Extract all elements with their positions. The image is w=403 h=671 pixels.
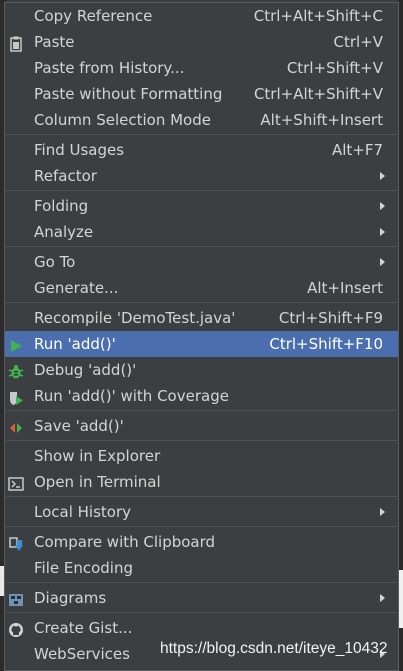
coverage-icon: [8, 388, 24, 405]
menu-item-folding[interactable]: Folding: [5, 193, 398, 219]
menu-item-find-usages[interactable]: Find Usages Alt+F7: [5, 137, 398, 163]
run-icon: [8, 336, 24, 352]
submenu-arrow-icon: [380, 202, 385, 210]
watermark-url: https://blog.csdn.net/iteye_10432: [160, 640, 388, 657]
submenu-arrow-icon: [380, 508, 385, 516]
github-icon: [8, 620, 24, 637]
bug-icon: [8, 362, 24, 379]
clipboard-icon: [8, 34, 24, 52]
editor-context-menu: Copy Reference Ctrl+Alt+Shift+C Paste Ct…: [4, 2, 399, 671]
menu-item-analyze[interactable]: Analyze: [5, 219, 398, 245]
menu-item-refactor[interactable]: Refactor: [5, 163, 398, 189]
menu-item-recompile[interactable]: Recompile 'DemoTest.java' Ctrl+Shift+F9: [5, 305, 398, 331]
terminal-icon: [8, 474, 24, 491]
submenu-arrow-icon: [380, 594, 385, 602]
menu-item-debug[interactable]: Debug 'add()': [5, 357, 398, 383]
save-config-icon: [8, 418, 24, 434]
menu-item-copy-reference[interactable]: Copy Reference Ctrl+Alt+Shift+C: [5, 3, 398, 29]
submenu-arrow-icon: [380, 172, 385, 180]
menu-item-run[interactable]: Run 'add()' Ctrl+Shift+F10: [5, 331, 398, 357]
compare-icon: [8, 534, 24, 551]
menu-item-open-in-terminal[interactable]: Open in Terminal: [5, 469, 398, 495]
menu-item-create-gist[interactable]: Create Gist...: [5, 615, 398, 641]
submenu-arrow-icon: [380, 258, 385, 266]
menu-item-local-history[interactable]: Local History: [5, 499, 398, 525]
menu-item-diagrams[interactable]: Diagrams: [5, 585, 398, 611]
menu-item-file-encoding[interactable]: File Encoding: [5, 555, 398, 581]
menu-item-column-selection-mode[interactable]: Column Selection Mode Alt+Shift+Insert: [5, 107, 398, 133]
menu-item-paste-from-history[interactable]: Paste from History... Ctrl+Shift+V: [5, 55, 398, 81]
menu-item-run-with-coverage[interactable]: Run 'add()' with Coverage: [5, 383, 398, 409]
submenu-arrow-icon: [380, 228, 385, 236]
menu-item-paste-without-formatting[interactable]: Paste without Formatting Ctrl+Alt+Shift+…: [5, 81, 398, 107]
menu-item-paste[interactable]: Paste Ctrl+V: [5, 29, 398, 55]
menu-item-go-to[interactable]: Go To: [5, 249, 398, 275]
menu-item-show-in-explorer[interactable]: Show in Explorer: [5, 443, 398, 469]
diagram-icon: [8, 590, 24, 606]
menu-item-compare-with-clipboard[interactable]: Compare with Clipboard: [5, 529, 398, 555]
menu-item-save-configuration[interactable]: Save 'add()': [5, 413, 398, 439]
menu-item-generate[interactable]: Generate... Alt+Insert: [5, 275, 398, 301]
